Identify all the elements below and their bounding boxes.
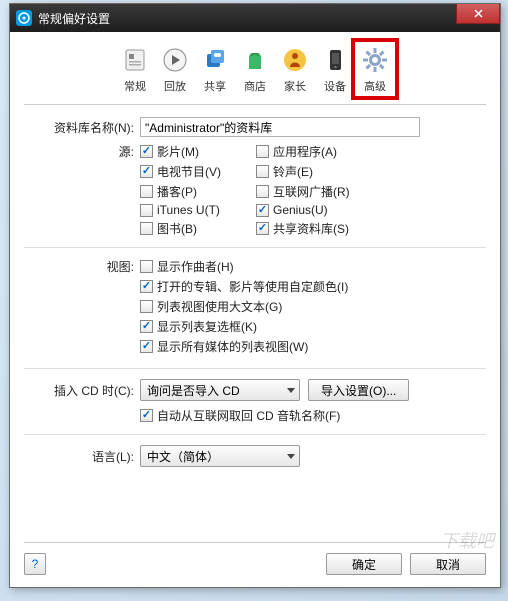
separator xyxy=(24,434,486,435)
checkbox-icon xyxy=(140,204,153,217)
language-label: 语言(L): xyxy=(24,448,140,465)
chevron-down-icon xyxy=(287,454,295,459)
checkbox-icon xyxy=(140,320,153,333)
checkbox-icon xyxy=(256,185,269,198)
general-icon xyxy=(119,44,151,76)
checkbox-icon xyxy=(256,145,269,158)
footer: ? 确定 取消 xyxy=(24,542,486,575)
cd-label: 插入 CD 时(C): xyxy=(24,382,140,399)
ok-button[interactable]: 确定 xyxy=(326,553,402,575)
cd-action-select[interactable]: 询问是否导入 CD xyxy=(140,379,300,401)
tab-parental[interactable]: 家长 xyxy=(275,42,315,96)
checkbox-icon xyxy=(256,222,269,235)
checkbox-view-4[interactable]: 显示所有媒体的列表视图(W) xyxy=(140,338,486,355)
checkbox-view-3[interactable]: 显示列表复选框(K) xyxy=(140,318,486,335)
store-icon xyxy=(239,44,271,76)
import-settings-button[interactable]: 导入设置(O)... xyxy=(308,379,409,401)
checkbox-source-8[interactable]: 图书(B) xyxy=(140,220,250,237)
titlebar: 常规偏好设置 xyxy=(10,4,500,32)
tab-sharing[interactable]: 共享 xyxy=(195,42,235,96)
checkbox-source-0[interactable]: 影片(M) xyxy=(140,143,250,160)
parental-icon xyxy=(279,44,311,76)
sharing-icon xyxy=(199,44,231,76)
playback-icon xyxy=(159,44,191,76)
chevron-down-icon xyxy=(287,388,295,393)
devices-icon xyxy=(319,44,351,76)
toolbar: 常规 回放 共享 商店 家长 设备 xyxy=(24,42,486,105)
checkbox-icon xyxy=(140,280,153,293)
close-button[interactable] xyxy=(456,4,500,24)
help-button[interactable]: ? xyxy=(24,553,46,575)
checkbox-view-0[interactable]: 显示作曲者(H) xyxy=(140,258,486,275)
tab-devices[interactable]: 设备 xyxy=(315,42,355,96)
tab-playback[interactable]: 回放 xyxy=(155,42,195,96)
checkbox-source-1[interactable]: 应用程序(A) xyxy=(256,143,366,160)
checkbox-source-2[interactable]: 电视节目(V) xyxy=(140,163,250,180)
separator xyxy=(24,368,486,369)
library-name-label: 资料库名称(N): xyxy=(24,119,140,136)
checkbox-icon xyxy=(140,260,153,273)
language-select[interactable]: 中文（简体） xyxy=(140,445,300,467)
checkbox-source-4[interactable]: 播客(P) xyxy=(140,183,250,200)
checkbox-icon xyxy=(140,340,153,353)
checkbox-icon xyxy=(140,165,153,178)
library-name-input[interactable] xyxy=(140,117,420,137)
checkbox-auto-fetch-cd[interactable]: 自动从互联网取回 CD 音轨名称(F) xyxy=(140,407,486,424)
checkbox-icon xyxy=(140,409,153,422)
cancel-button[interactable]: 取消 xyxy=(410,553,486,575)
checkbox-source-7[interactable]: Genius(U) xyxy=(256,203,366,217)
checkbox-icon xyxy=(140,185,153,198)
checkbox-icon xyxy=(256,165,269,178)
checkbox-icon xyxy=(256,204,269,217)
source-label: 源: xyxy=(24,143,140,160)
checkbox-source-5[interactable]: 互联网广播(R) xyxy=(256,183,366,200)
separator xyxy=(24,247,486,248)
checkbox-source-6[interactable]: iTunes U(T) xyxy=(140,203,250,217)
checkbox-source-3[interactable]: 铃声(E) xyxy=(256,163,366,180)
window-title: 常规偏好设置 xyxy=(38,10,110,27)
checkbox-view-1[interactable]: 打开的专辑、影片等使用自定颜色(I) xyxy=(140,278,486,295)
checkbox-icon xyxy=(140,145,153,158)
view-label: 视图: xyxy=(24,258,140,275)
checkbox-view-2[interactable]: 列表视图使用大文本(G) xyxy=(140,298,486,315)
tab-advanced[interactable]: 高级 xyxy=(355,42,395,96)
tab-general[interactable]: 常规 xyxy=(115,42,155,96)
tab-store[interactable]: 商店 xyxy=(235,42,275,96)
checkbox-icon xyxy=(140,222,153,235)
preferences-window: 常规偏好设置 常规 回放 共享 商店 家长 xyxy=(9,3,501,588)
checkbox-icon xyxy=(140,300,153,313)
app-icon xyxy=(16,10,32,26)
checkbox-source-9[interactable]: 共享资料库(S) xyxy=(256,220,366,237)
gear-icon xyxy=(359,44,391,76)
